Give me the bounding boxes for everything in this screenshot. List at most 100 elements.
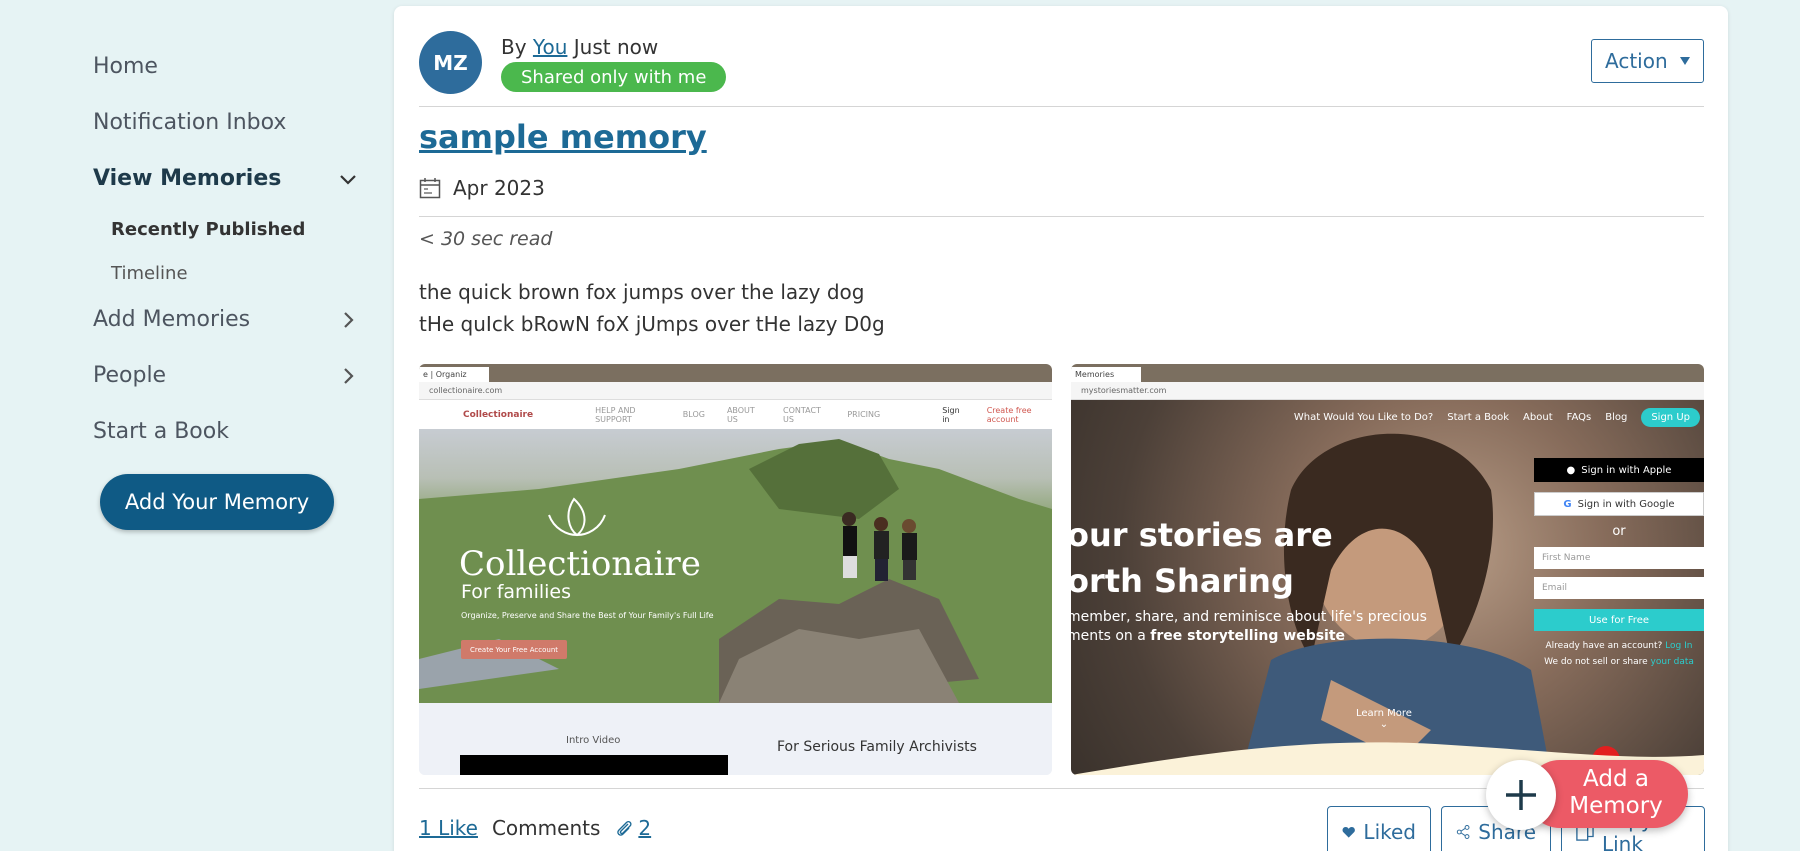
apple-signin-button: ● Sign in with Apple [1534, 458, 1704, 482]
post-time: Just now [573, 35, 659, 59]
memory-card: MZ By You Just now Shared only with me A… [394, 6, 1728, 851]
add-your-memory-button[interactable]: Add Your Memory [100, 474, 334, 530]
action-label: Action [1605, 49, 1668, 73]
by-prefix: By [501, 35, 527, 59]
sidebar-subitem-timeline[interactable]: Timeline [111, 263, 188, 284]
google-signin-label: Sign in with Google [1577, 498, 1675, 510]
privacy-badge: Shared only with me [501, 62, 727, 92]
hero-photo: What Would You Like to Do? Start a Book … [1071, 400, 1704, 775]
site-create-account: Create free account [986, 405, 1032, 424]
date-text: Apr 2023 [453, 176, 545, 200]
sidebar-item-label: People [93, 363, 167, 388]
browser-url: mystoriesmatter.com [1071, 382, 1704, 400]
site-lower-section: Intro Video For Serious Family Archivist… [419, 703, 1052, 775]
site-signup: Sign Up [1641, 408, 1700, 427]
action-dropdown[interactable]: Action [1591, 39, 1704, 83]
hero-copy: member, share, and reminisce about life'… [1071, 608, 1427, 646]
sidebar-item-home[interactable]: Home [93, 54, 358, 79]
learn-more-label: Learn More [1356, 708, 1412, 719]
apple-signin-label: Sign in with Apple [1581, 464, 1672, 476]
browser-tab-bar: e | Organiz [419, 364, 1052, 382]
liked-button[interactable]: Liked [1327, 806, 1431, 851]
sidebar-item-notification-inbox[interactable]: Notification Inbox [93, 110, 358, 135]
site-nav-item: CONTACT US [782, 405, 821, 424]
attachments-count: 2 [638, 816, 652, 840]
sidebar-item-label: Add Memories [93, 307, 251, 332]
hero-brand: Collectionaire [459, 544, 701, 584]
or-separator: or [1612, 524, 1626, 539]
memory-body-line: the quick brown fox jumps over the lazy … [419, 280, 865, 304]
intro-video-label: Intro Video [566, 735, 621, 746]
first-name-field: First Name [1534, 547, 1704, 569]
login-prompt-text: Already have an account? [1545, 641, 1663, 651]
sidebar-item-label: Notification Inbox [93, 110, 287, 135]
sidebar-item-add-memories[interactable]: Add Memories [93, 307, 358, 332]
hero-copy-line: member, share, and reminisce about life'… [1071, 609, 1427, 625]
video-placeholder [460, 755, 728, 775]
divider [419, 216, 1704, 217]
site-brand: Collectionaire [463, 409, 534, 420]
sidebar-item-view-memories[interactable]: View Memories [93, 166, 358, 191]
browser-tab: Memories [1071, 367, 1141, 382]
site-nav-item: HELP AND SUPPORT [595, 405, 636, 424]
hero-copy-bold: free storytelling website [1150, 628, 1346, 644]
use-for-free-button: Use for Free [1534, 609, 1704, 631]
memory-title[interactable]: sample memory [419, 118, 707, 156]
browser-tab-bar: Memories [1071, 364, 1704, 382]
google-signin-button: G Sign in with Google [1534, 492, 1704, 516]
site-nav-item: About [1523, 412, 1553, 423]
likes-link[interactable]: 1 Like [419, 816, 478, 840]
caret-down-icon [1680, 57, 1690, 65]
google-icon: G [1563, 498, 1572, 510]
hero-copy-line: ments on a free storytelling website [1071, 627, 1427, 646]
site-sign-in: Sign in [942, 405, 960, 424]
avatar[interactable]: MZ [419, 31, 482, 94]
plus-icon [1486, 760, 1556, 830]
read-time: < 30 sec read [419, 228, 553, 250]
chevron-right-icon [344, 367, 354, 384]
paperclip-icon [617, 820, 632, 836]
sidebar-item-start-a-book[interactable]: Start a Book [93, 419, 358, 444]
site-nav-item: Blog [1605, 412, 1628, 423]
sidebar-item-label: Home [93, 54, 158, 79]
sidebar-item-label: Start a Book [93, 419, 229, 444]
hero-subtitle: For families [461, 581, 571, 603]
chevron-right-icon [344, 311, 354, 328]
attachment-image-mystoriesmatter[interactable]: Memories mystoriesmatter.com What Would … [1071, 364, 1704, 775]
site-nav-item: FAQs [1566, 412, 1592, 423]
author-link[interactable]: You [533, 35, 567, 59]
sidebar-item-people[interactable]: People [93, 363, 358, 388]
browser-tab: e | Organiz [419, 367, 489, 382]
heart-icon [1342, 826, 1355, 838]
calendar-icon [419, 178, 441, 199]
hero-tagline: Organize, Preserve and Share the Best of… [461, 611, 714, 620]
sidebar-subitem-recently-published[interactable]: Recently Published [111, 219, 305, 240]
login-link: Log In [1665, 641, 1693, 651]
signup-panel: ● Sign in with Apple G Sign in with Goog… [1534, 458, 1704, 667]
hero-cta: Create Your Free Account [461, 640, 567, 659]
add-a-memory-fab[interactable]: Add a Memory [1486, 760, 1688, 830]
apple-icon: ● [1566, 464, 1576, 476]
privacy-note: We do not sell or share your data [1534, 657, 1704, 667]
hero-headline: our stories are orth Sharing [1071, 512, 1333, 604]
archivists-heading: For Serious Family Archivists [777, 739, 977, 755]
chevron-down-icon [340, 174, 356, 185]
hero-photo: Collectionaire For families Organize, Pr… [419, 429, 1052, 703]
comments-link[interactable]: Comments [492, 816, 600, 840]
post-footer: 1 Like Comments 2 [419, 816, 651, 840]
site-nav: What Would You Like to Do? Start a Book … [1294, 408, 1700, 427]
liked-label: Liked [1363, 820, 1416, 844]
login-prompt: Already have an account? Log In [1534, 641, 1704, 651]
privacy-link: your data [1650, 657, 1694, 667]
site-nav-item: ABOUT US [726, 405, 755, 424]
site-nav-item: Start a Book [1447, 412, 1510, 423]
divider [419, 106, 1704, 107]
attachment-image-collectionaire[interactable]: e | Organiz collectionaire.com Collectio… [419, 364, 1052, 775]
byline: By You Just now [501, 35, 658, 59]
attachments-link[interactable]: 2 [614, 816, 651, 840]
fab-label-line: Memory [1569, 793, 1663, 819]
privacy-note-text: We do not sell or share [1544, 657, 1648, 667]
sidebar: Home Notification Inbox View Memories Re… [0, 0, 380, 851]
hero-headline-line: our stories are [1071, 516, 1333, 554]
fab-label-line: Add a [1583, 766, 1649, 792]
